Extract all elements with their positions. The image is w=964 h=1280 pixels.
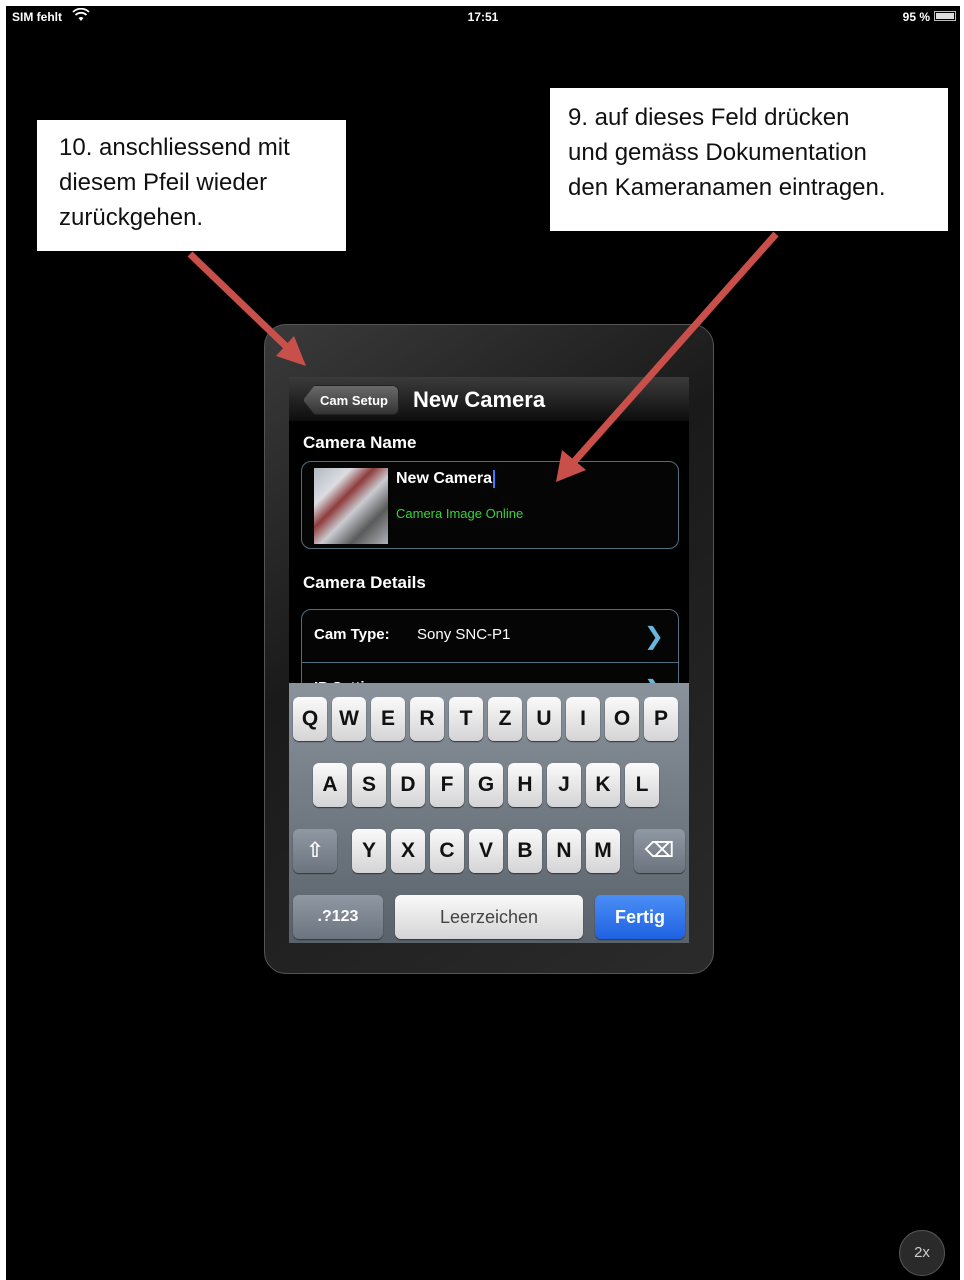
annotation-arrows (187, 231, 779, 482)
annotation-arrow-to-back-button (187, 251, 306, 366)
zoom-2x-button[interactable]: 2x (899, 1230, 945, 1276)
annotation-arrow-to-name-field (556, 231, 779, 482)
ipad-screen: SIM fehlt 17:51 95 % Cam Setup New Camer… (6, 6, 960, 1280)
